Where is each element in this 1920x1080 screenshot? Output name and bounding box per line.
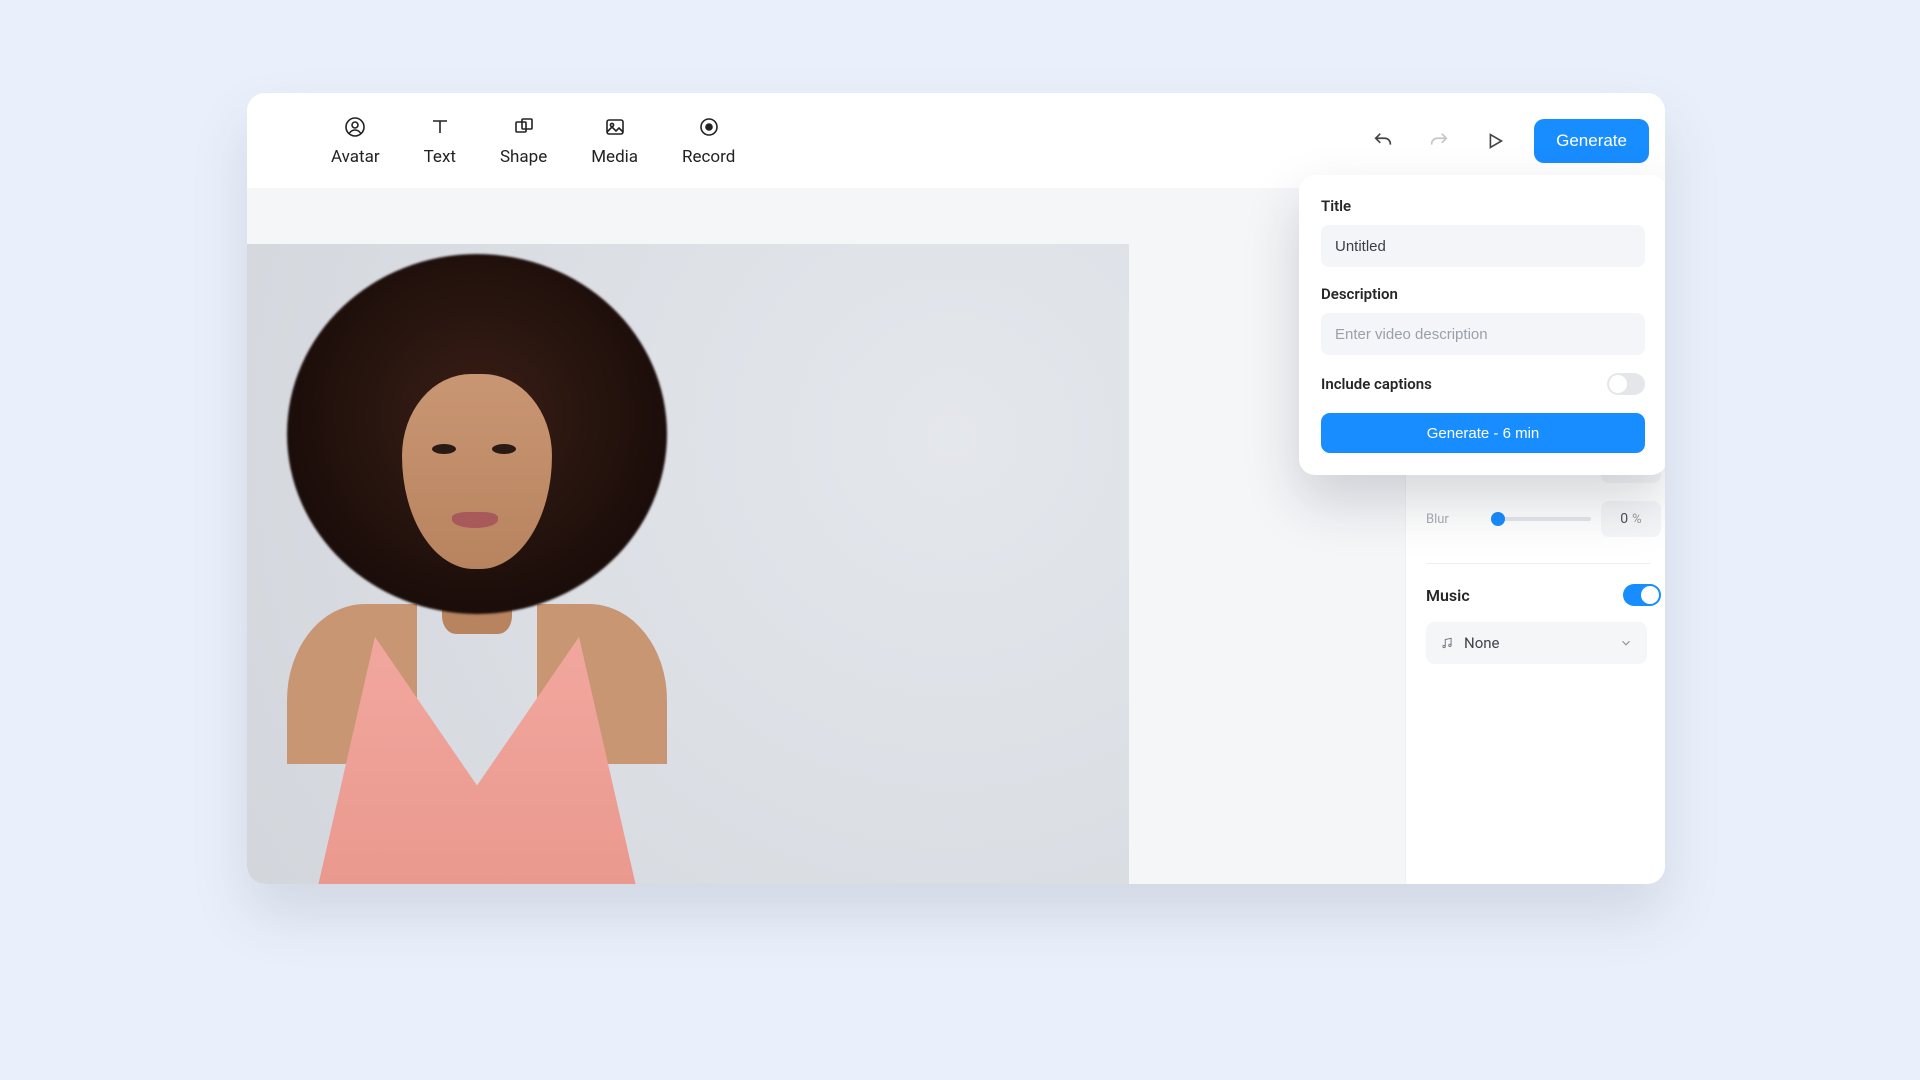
divider (1426, 563, 1651, 564)
redo-icon (1428, 130, 1450, 152)
redo-button[interactable] (1422, 124, 1456, 158)
tool-group: Avatar Text Shape Media Record (331, 115, 735, 167)
avatar-figure[interactable] (247, 244, 747, 884)
music-section: Music None (1426, 584, 1661, 664)
music-header: Music (1426, 584, 1661, 606)
app-window: Avatar Text Shape Media Record (247, 93, 1665, 884)
generate-popover: Title Description Include captions Gener… (1299, 175, 1665, 475)
tool-record[interactable]: Record (682, 115, 735, 167)
description-label: Description (1321, 285, 1645, 303)
blur-value-box[interactable]: 0 % (1601, 501, 1661, 537)
captions-label: Include captions (1321, 375, 1432, 393)
captions-row: Include captions (1321, 373, 1645, 395)
avatar-eye (432, 444, 456, 454)
captions-toggle[interactable] (1607, 373, 1645, 395)
toggle-knob (1609, 375, 1627, 393)
music-toggle[interactable] (1623, 584, 1661, 606)
tool-avatar[interactable]: Avatar (331, 115, 380, 167)
popover-generate-button[interactable]: Generate - 6 min (1321, 413, 1645, 453)
undo-icon (1372, 130, 1394, 152)
shape-icon (512, 115, 536, 139)
blur-unit: % (1632, 512, 1642, 527)
music-selected: None (1464, 634, 1500, 652)
generate-button[interactable]: Generate (1534, 119, 1649, 163)
toolbar: Avatar Text Shape Media Record (247, 93, 1665, 188)
title-input[interactable] (1321, 225, 1645, 267)
avatar-mouth (452, 512, 498, 528)
tool-label: Record (682, 147, 735, 167)
play-button[interactable] (1478, 124, 1512, 158)
description-input[interactable] (1321, 313, 1645, 355)
avatar-icon (343, 115, 367, 139)
tool-label: Avatar (331, 147, 380, 167)
music-note-icon (1440, 636, 1454, 650)
toolbar-right: Generate (1366, 119, 1655, 163)
music-select[interactable]: None (1426, 622, 1647, 664)
blur-slider[interactable] (1492, 517, 1591, 521)
tool-label: Media (591, 147, 638, 167)
chevron-down-icon (1619, 636, 1633, 650)
avatar-eye (492, 444, 516, 454)
tool-media[interactable]: Media (591, 115, 638, 167)
tool-shape[interactable]: Shape (500, 115, 547, 167)
canvas[interactable] (247, 244, 1129, 884)
undo-button[interactable] (1366, 124, 1400, 158)
play-icon (1484, 130, 1506, 152)
music-title: Music (1426, 586, 1470, 605)
tool-text[interactable]: Text (424, 115, 456, 167)
tool-label: Text (424, 147, 456, 167)
media-icon (603, 115, 627, 139)
blur-row: Blur 0 % (1426, 501, 1661, 537)
tool-label: Shape (500, 147, 547, 167)
record-icon (697, 115, 721, 139)
toggle-knob (1641, 586, 1659, 604)
text-icon (428, 115, 452, 139)
blur-label: Blur (1426, 512, 1482, 527)
title-label: Title (1321, 197, 1645, 215)
main-area (247, 188, 1405, 884)
blur-value: 0 (1620, 511, 1628, 527)
slider-thumb[interactable] (1491, 512, 1505, 526)
